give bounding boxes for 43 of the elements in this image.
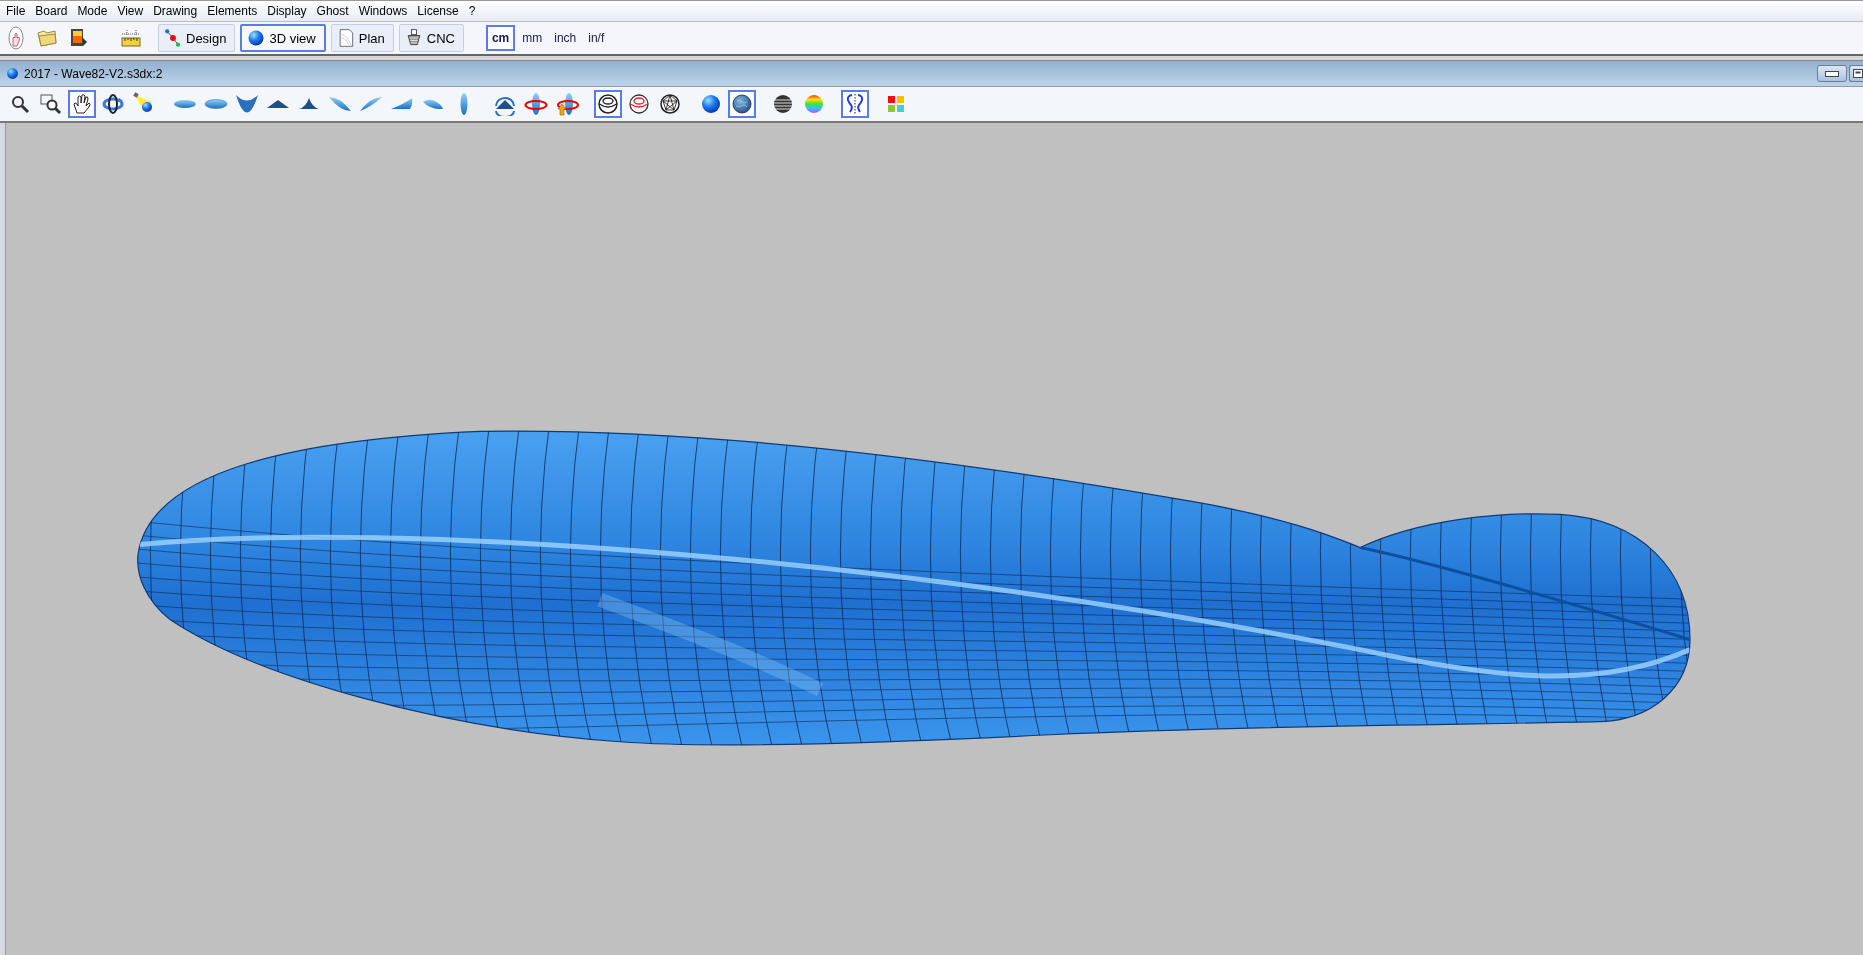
mirror-curves-button[interactable] (841, 90, 869, 118)
menu-item[interactable]: Ghost (311, 2, 354, 20)
mesh-sphere-icon (658, 92, 682, 116)
wireframe-sphere-icon (596, 92, 620, 116)
unit-toggle[interactable]: inch (549, 25, 582, 51)
rotate-icon (101, 92, 125, 116)
hand-button[interactable] (68, 90, 96, 118)
textured-sphere-button[interactable] (728, 90, 756, 118)
textured-sphere-icon (730, 92, 754, 116)
menu-item[interactable]: File (1, 2, 31, 20)
spin-lens-arrow-icon (555, 92, 579, 116)
menu-item[interactable]: License (412, 2, 464, 20)
spin-lens-button[interactable] (522, 90, 550, 118)
node-curve-icon (163, 28, 183, 48)
spin-lens-icon (524, 92, 548, 116)
view-tab[interactable]: 3D view (240, 24, 326, 52)
minimize-icon (1825, 70, 1839, 77)
view-tab[interactable]: Design (158, 24, 236, 52)
unit-toggle[interactable]: in/f (583, 25, 610, 51)
menu-item[interactable]: Elements (202, 2, 263, 20)
wireframe-sphere-icon (627, 92, 651, 116)
sphere-icon (6, 67, 19, 80)
minimize-button[interactable] (1817, 65, 1847, 82)
menu-item[interactable]: Board (30, 2, 73, 20)
sphere-icon (699, 92, 723, 116)
wireframe-sphere-button[interactable] (594, 90, 622, 118)
unit-toggle[interactable]: mm (517, 25, 548, 51)
restore-icon (1853, 69, 1863, 78)
unit-toggle[interactable]: cm (485, 25, 516, 51)
menu-item[interactable]: ? (463, 2, 481, 20)
view-tab[interactable]: Plan (330, 24, 394, 52)
menu-item[interactable]: Drawing (148, 2, 203, 20)
menu-item[interactable]: View (112, 2, 149, 20)
view-tab[interactable]: CNC (398, 24, 464, 52)
rainbow-sphere-icon (802, 92, 826, 116)
restore-button[interactable] (1849, 65, 1863, 82)
striped-sphere-icon (771, 92, 795, 116)
window-title: 2017 - Wave82-V2.s3dx:2 (24, 66, 163, 81)
menu-item[interactable]: Mode (72, 2, 113, 20)
zoom-box-icon (39, 92, 63, 116)
hand-icon (70, 92, 94, 116)
menu-item[interactable]: Display (262, 2, 312, 20)
menu-item[interactable]: Windows (353, 2, 413, 20)
